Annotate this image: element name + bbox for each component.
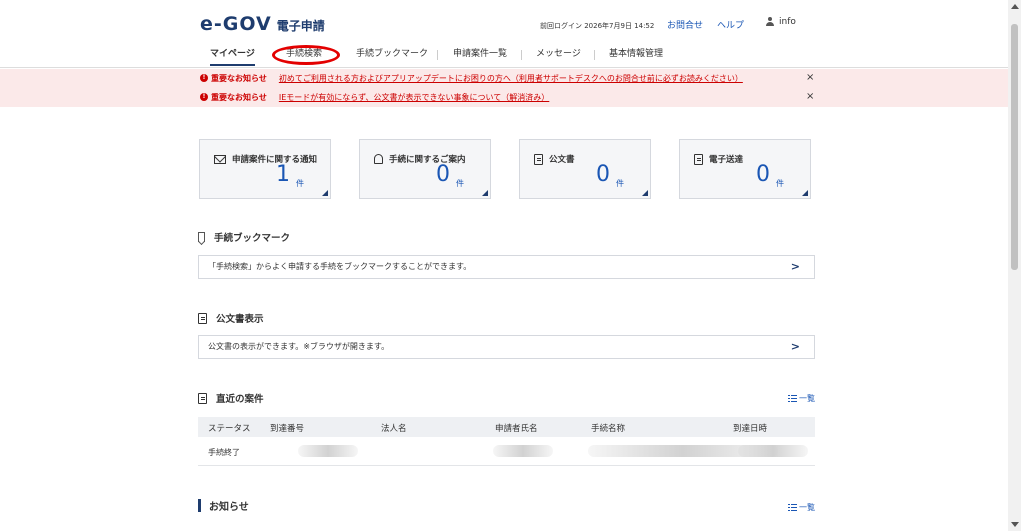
list-link-label: 一覧 bbox=[799, 503, 815, 512]
tab-application-list[interactable]: 申請案件一覧 bbox=[453, 48, 507, 66]
corner-arrow-icon bbox=[482, 190, 488, 196]
card-title: 申請案件に関する通知 bbox=[232, 155, 318, 165]
column-header: 申請者氏名 bbox=[495, 424, 538, 434]
heading-accent-bar bbox=[198, 499, 201, 512]
notice-link[interactable]: IEモードが有効にならず、公文書が表示できない事象について（解消済み） bbox=[279, 92, 549, 103]
main-nav: マイページ 手続検索 手続ブックマーク 申請案件一覧 メッセージ 基本情報管理 bbox=[0, 44, 1008, 68]
nav-separator bbox=[594, 50, 595, 60]
important-notices: ! 重要なお知らせ 初めてご利用される方およびアプリアップデートにお困りの方へ（… bbox=[0, 69, 1008, 107]
card-unit: 件 bbox=[616, 179, 624, 188]
card-count: 0 bbox=[756, 162, 770, 187]
nav-separator bbox=[521, 50, 522, 60]
chevron-right-icon: > bbox=[790, 260, 800, 273]
document-icon bbox=[198, 312, 207, 324]
official-docs-bar[interactable]: 公文書の表示ができます。※ブラウザが開きます。 > bbox=[198, 335, 815, 359]
corner-arrow-icon bbox=[322, 190, 328, 196]
notice-tag: 重要なお知らせ bbox=[211, 92, 267, 102]
notice-item: ! 重要なお知らせ IEモードが有効にならず、公文書が表示できない事象について（… bbox=[200, 90, 549, 104]
logo-text: 電子申請 bbox=[276, 19, 325, 33]
redacted-cell bbox=[493, 445, 553, 457]
mail-icon bbox=[214, 154, 226, 164]
card-count: 0 bbox=[436, 162, 450, 187]
user-menu[interactable]: info bbox=[765, 17, 796, 27]
vertical-scrollbar[interactable] bbox=[1008, 0, 1021, 531]
bell-icon bbox=[374, 154, 383, 164]
card-application-notices[interactable]: 申請案件に関する通知 1 件 bbox=[199, 139, 331, 199]
scroll-thumb[interactable] bbox=[1011, 24, 1018, 270]
card-title: 手続に関するご案内 bbox=[389, 155, 466, 165]
nav-separator bbox=[437, 50, 438, 60]
egov-logo[interactable]: e-GOV 電子申請 bbox=[200, 13, 325, 35]
column-header: 法人名 bbox=[381, 424, 407, 434]
bookmark-text: 「手続検索」からよく申請する手続をブックマークすることができます。 bbox=[208, 262, 472, 271]
table-header: ステータス 到達番号 法人名 申請者氏名 手続名称 到達日時 bbox=[198, 417, 815, 437]
help-link[interactable]: ヘルプ bbox=[717, 18, 744, 31]
notice-tag: 重要なお知らせ bbox=[211, 73, 267, 83]
tab-mypage[interactable]: マイページ bbox=[210, 48, 255, 66]
section-title: 手続ブックマーク bbox=[214, 233, 291, 244]
official-docs-text: 公文書の表示ができます。※ブラウザが開きます。 bbox=[208, 342, 390, 351]
column-header: 手続名称 bbox=[591, 424, 626, 434]
corner-arrow-icon bbox=[802, 190, 808, 196]
alert-icon: ! bbox=[200, 93, 208, 101]
document-icon bbox=[694, 153, 703, 165]
bookmark-icon bbox=[198, 232, 205, 242]
user-name: info bbox=[779, 17, 796, 27]
close-icon[interactable]: × bbox=[806, 91, 814, 102]
document-icon bbox=[534, 153, 543, 165]
card-count: 0 bbox=[596, 162, 610, 187]
tab-procedure-bookmark[interactable]: 手続ブックマーク bbox=[356, 48, 428, 66]
close-icon[interactable]: × bbox=[806, 72, 814, 83]
redacted-cell bbox=[738, 445, 808, 457]
notice-link[interactable]: 初めてご利用される方およびアプリアップデートにお困りの方へ（利用者サポートデスク… bbox=[279, 73, 743, 84]
column-header: 到達日時 bbox=[733, 424, 768, 434]
tab-basic-info[interactable]: 基本情報管理 bbox=[609, 48, 663, 66]
list-icon bbox=[788, 395, 797, 402]
card-official-documents[interactable]: 公文書 0 件 bbox=[519, 139, 651, 199]
corner-arrow-icon bbox=[642, 190, 648, 196]
card-electronic-delivery[interactable]: 電子送達 0 件 bbox=[679, 139, 811, 199]
section-heading-bookmark: 手続ブックマーク bbox=[198, 230, 290, 244]
tab-messages[interactable]: メッセージ bbox=[536, 48, 581, 66]
logo-mark: e-GOV bbox=[200, 13, 272, 35]
section-heading-news: お知らせ bbox=[198, 498, 249, 513]
redacted-cell bbox=[298, 445, 358, 457]
highlight-circle bbox=[272, 45, 340, 65]
document-icon bbox=[198, 392, 207, 404]
last-login-text: 前回ログイン 2026年7月9日 14:52 bbox=[540, 22, 655, 30]
card-unit: 件 bbox=[776, 179, 784, 188]
list-link-label: 一覧 bbox=[799, 394, 815, 403]
card-count: 1 bbox=[276, 162, 290, 187]
contact-link[interactable]: お問合せ bbox=[667, 18, 703, 31]
scroll-up-icon[interactable] bbox=[1011, 4, 1019, 9]
section-title: 直近の案件 bbox=[216, 394, 264, 405]
recent-list-link[interactable]: 一覧 bbox=[788, 393, 815, 404]
card-unit: 件 bbox=[296, 179, 304, 188]
column-header: 到達番号 bbox=[270, 424, 305, 434]
scroll-down-icon[interactable] bbox=[1011, 522, 1019, 527]
section-heading-official-docs: 公文書表示 bbox=[198, 311, 264, 325]
status-cell: 手続終了 bbox=[208, 448, 240, 457]
card-unit: 件 bbox=[456, 179, 464, 188]
chevron-right-icon: > bbox=[790, 340, 800, 353]
card-title: 公文書 bbox=[549, 155, 575, 165]
table-row[interactable]: 手続終了 bbox=[198, 437, 815, 466]
site-header: e-GOV 電子申請 前回ログイン 2026年7月9日 14:52 お問合せ ヘ… bbox=[0, 0, 1008, 44]
bookmark-bar[interactable]: 「手続検索」からよく申請する手続をブックマークすることができます。 > bbox=[198, 255, 815, 279]
section-title: お知らせ bbox=[209, 502, 249, 513]
card-title: 電子送達 bbox=[709, 155, 744, 165]
list-icon bbox=[788, 504, 797, 511]
section-heading-recent: 直近の案件 bbox=[198, 391, 264, 405]
column-header: ステータス bbox=[208, 424, 251, 434]
section-title: 公文書表示 bbox=[216, 314, 264, 325]
news-list-link[interactable]: 一覧 bbox=[788, 502, 815, 513]
notice-item: ! 重要なお知らせ 初めてご利用される方およびアプリアップデートにお困りの方へ（… bbox=[200, 71, 743, 85]
alert-icon: ! bbox=[200, 74, 208, 82]
user-icon bbox=[765, 17, 775, 27]
card-procedure-guidance[interactable]: 手続に関するご案内 0 件 bbox=[359, 139, 491, 199]
